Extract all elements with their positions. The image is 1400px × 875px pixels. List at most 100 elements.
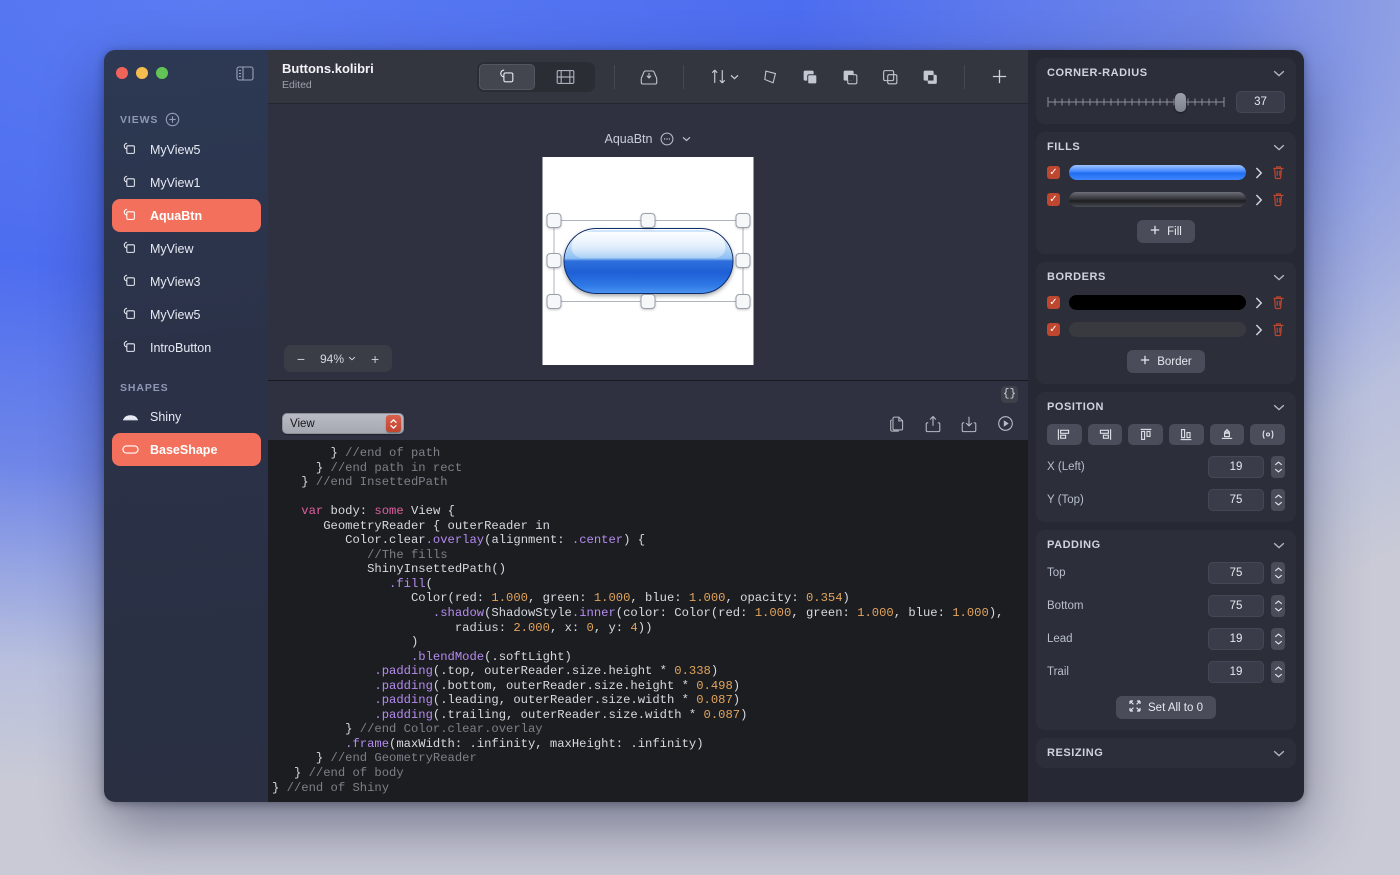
position-y-input[interactable]: 75 — [1208, 489, 1264, 511]
border-delete-button[interactable] — [1272, 322, 1285, 337]
scope-select[interactable]: View — [282, 413, 404, 434]
fill-swatch-dark-gradient[interactable] — [1069, 192, 1246, 207]
align-left-icon[interactable] — [1047, 424, 1082, 445]
artboard-name[interactable]: AquaBtn — [605, 132, 653, 146]
corner-radius-slider[interactable] — [1047, 93, 1225, 112]
subtract-shapes-icon[interactable] — [835, 63, 865, 91]
zoom-button[interactable] — [156, 67, 168, 79]
union-shapes-icon[interactable] — [795, 63, 825, 91]
chevron-down-icon[interactable] — [1273, 144, 1285, 151]
zoom-in-button[interactable]: + — [362, 347, 388, 370]
zoom-out-button[interactable]: − — [288, 347, 314, 370]
run-icon[interactable] — [992, 412, 1018, 436]
border-detail-disclosure[interactable] — [1255, 323, 1263, 336]
borders-header[interactable]: BORDERS — [1047, 271, 1285, 283]
add-button[interactable] — [984, 63, 1014, 91]
minimize-button[interactable] — [136, 67, 148, 79]
padding-top-stepper[interactable] — [1271, 562, 1285, 584]
exclude-shapes-icon[interactable] — [915, 63, 945, 91]
sort-arrows-icon[interactable] — [703, 63, 745, 91]
close-button[interactable] — [116, 67, 128, 79]
align-bottom-icon[interactable] — [1169, 424, 1204, 445]
align-center-vertical-icon[interactable] — [1250, 424, 1286, 445]
fill-detail-disclosure[interactable] — [1255, 166, 1263, 179]
resize-handle-top-right[interactable] — [735, 213, 750, 228]
sidebar-item-aquabtn[interactable]: AquaBtn — [112, 199, 261, 232]
sidebar-item-myview1[interactable]: MyView1 — [112, 166, 262, 199]
sidebar-item-myview5[interactable]: MyView5 — [112, 133, 262, 166]
share-icon[interactable] — [920, 412, 946, 436]
stepper-updown-icon[interactable] — [386, 415, 401, 432]
sidebar-item-myview5[interactable]: MyView5 — [112, 298, 262, 331]
padding-lead-input[interactable]: 19 — [1208, 628, 1264, 650]
padding-header[interactable]: PADDING — [1047, 539, 1285, 551]
align-right-icon[interactable] — [1087, 424, 1123, 445]
fill-detail-disclosure[interactable] — [1255, 193, 1263, 206]
fill-swatch-blue-gradient[interactable] — [1069, 165, 1246, 180]
border-enabled-checkbox[interactable]: ✓ — [1047, 323, 1060, 336]
code-text[interactable]: } //end of path } //end path in rect } /… — [268, 440, 1028, 802]
chevron-down-icon[interactable] — [1273, 404, 1285, 411]
resizing-header[interactable]: RESIZING — [1047, 747, 1285, 759]
corner-radius-header[interactable]: CORNER-RADIUS — [1047, 67, 1285, 79]
add-border-button[interactable]: Border — [1127, 350, 1205, 373]
sidebar-item-myview[interactable]: MyView — [112, 232, 262, 265]
sidebar-item-introbutton[interactable]: IntroButton — [112, 331, 262, 364]
corner-radius-input[interactable]: 37 — [1236, 91, 1285, 113]
sidebar-item-myview3[interactable]: MyView3 — [112, 265, 262, 298]
align-center-horizontal-icon[interactable] — [1209, 424, 1245, 445]
sidebar-item-shiny[interactable]: Shiny — [112, 400, 262, 433]
resize-handle-top-center[interactable] — [640, 213, 655, 228]
fills-header[interactable]: FILLS — [1047, 141, 1285, 153]
fill-delete-button[interactable] — [1272, 192, 1285, 207]
padding-trail-input[interactable]: 19 — [1208, 661, 1264, 683]
position-x-stepper[interactable] — [1271, 456, 1285, 478]
fill-enabled-checkbox[interactable]: ✓ — [1047, 193, 1060, 206]
ellipsis-circle-icon[interactable] — [660, 132, 674, 146]
sidebar-item-baseshape[interactable]: BaseShape — [112, 433, 261, 466]
format-braces-button[interactable]: {} — [1001, 385, 1018, 403]
resize-handle-middle-right[interactable] — [735, 253, 750, 268]
border-detail-disclosure[interactable] — [1255, 296, 1263, 309]
fill-delete-button[interactable] — [1272, 165, 1285, 180]
intersect-shapes-icon[interactable] — [875, 63, 905, 91]
chevron-down-icon[interactable] — [682, 136, 691, 142]
align-top-icon[interactable] — [1128, 424, 1164, 445]
padding-bottom-stepper[interactable] — [1271, 595, 1285, 617]
resize-handle-bottom-left[interactable] — [546, 294, 561, 309]
padding-lead-stepper[interactable] — [1271, 628, 1285, 650]
set-all-to-zero-button[interactable]: Set All to 0 — [1116, 696, 1216, 719]
position-header[interactable]: POSITION — [1047, 401, 1285, 413]
padding-top-input[interactable]: 75 — [1208, 562, 1264, 584]
import-tray-icon[interactable] — [634, 63, 664, 91]
chevron-down-icon[interactable] — [1273, 274, 1285, 281]
border-delete-button[interactable] — [1272, 295, 1285, 310]
position-x-input[interactable]: 19 — [1208, 456, 1264, 478]
border-swatch-gray[interactable] — [1069, 322, 1246, 337]
position-y-stepper[interactable] — [1271, 489, 1285, 511]
chevron-down-icon[interactable] — [1273, 750, 1285, 757]
copy-pages-icon[interactable] — [884, 412, 910, 436]
resize-handle-top-left[interactable] — [546, 213, 561, 228]
corner-radius-knob[interactable] — [1175, 93, 1187, 112]
download-icon[interactable] — [956, 412, 982, 436]
zoom-level[interactable]: 94% — [316, 352, 360, 366]
padding-bottom-input[interactable]: 75 — [1208, 595, 1264, 617]
resize-handle-middle-left[interactable] — [546, 253, 561, 268]
resize-handle-bottom-center[interactable] — [640, 294, 655, 309]
border-swatch-black[interactable] — [1069, 295, 1246, 310]
border-enabled-checkbox[interactable]: ✓ — [1047, 296, 1060, 309]
fill-enabled-checkbox[interactable]: ✓ — [1047, 166, 1060, 179]
polygon-icon[interactable] — [755, 63, 785, 91]
sidebar-toggle-icon[interactable] — [236, 65, 254, 81]
chevron-down-icon[interactable] — [1273, 70, 1285, 77]
add-fill-button[interactable]: Fill — [1137, 220, 1195, 243]
padding-trail-stepper[interactable] — [1271, 661, 1285, 683]
artboard[interactable] — [542, 157, 754, 365]
chevron-down-icon[interactable] — [1273, 542, 1285, 549]
canvas[interactable]: AquaBtn − 94% + — [268, 104, 1028, 380]
add-view-icon[interactable] — [165, 112, 180, 127]
tab-film-view[interactable] — [537, 64, 593, 90]
resize-handle-bottom-right[interactable] — [735, 294, 750, 309]
tab-shapes-view[interactable] — [479, 63, 535, 90]
